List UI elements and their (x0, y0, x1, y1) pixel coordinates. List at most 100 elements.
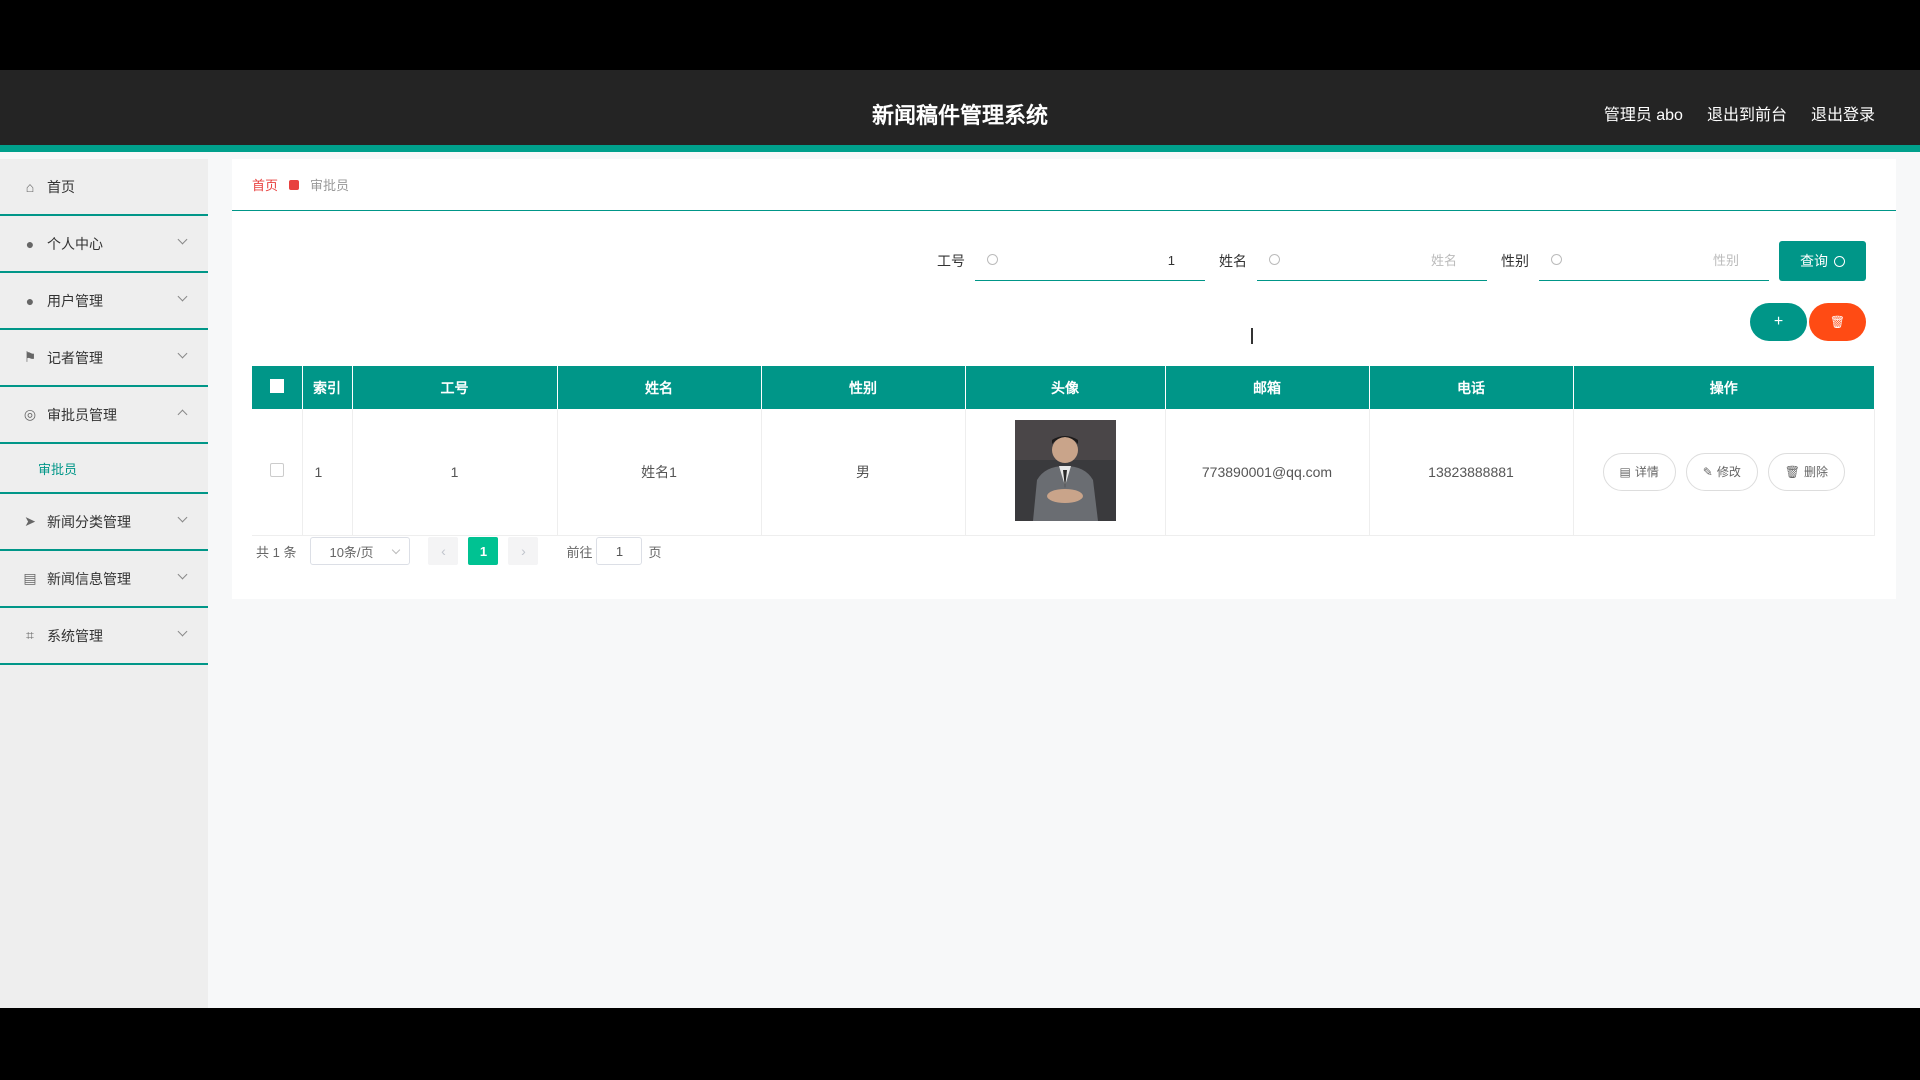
app-screen: 新闻稿件管理系统 管理员 abo 退出到前台 退出登录 ⌂ 首页 ● 个人中心 … (0, 70, 1920, 1008)
avatar (1014, 419, 1116, 521)
chevron-right-icon: › (521, 543, 526, 559)
breadcrumb-current: 审批员 (310, 178, 350, 193)
page-unit-label: 页 (648, 544, 662, 560)
gonghao-label: 工号 (937, 253, 965, 269)
sidebar-item-label: 个人中心 (47, 235, 103, 252)
sidebar-item-system-management[interactable]: ⌗ 系统管理 (0, 608, 208, 665)
col-gonghao: 工号 (352, 366, 558, 409)
sidebar-item-label: 首页 (47, 178, 75, 195)
edit-button[interactable]: ✎ 修改 (1685, 452, 1758, 491)
delete-button[interactable]: 🗑 删除 (1767, 452, 1845, 491)
document-icon: ▤ (1619, 464, 1631, 479)
logout-link[interactable]: 退出登录 (1811, 101, 1875, 125)
gender-label: 性别 (1501, 253, 1529, 269)
table-header-row: 索引 工号 姓名 性别 头像 邮箱 电话 操作 (252, 366, 1875, 409)
cell-index: 1 (302, 409, 353, 536)
cell-phone: 13823888881 (1369, 409, 1574, 536)
batch-delete-button[interactable]: 🗑 (1809, 303, 1866, 341)
approver-table: 索引 工号 姓名 性别 头像 邮箱 电话 操作 1 1 姓名1 男 773890… (252, 366, 1875, 536)
sidebar-item-reporter-management[interactable]: ⚑ 记者管理 (0, 330, 208, 387)
goto-label: 前往 (566, 544, 593, 560)
breadcrumb-home[interactable]: 首页 (252, 175, 278, 194)
cell-gender: 男 (761, 409, 966, 536)
col-index: 索引 (302, 366, 353, 409)
gonghao-input[interactable] (975, 241, 1205, 280)
exit-to-frontend-link[interactable]: 退出到前台 (1707, 101, 1787, 125)
pagination: 共 1 条 10条/页 ‹ 1 › 前往 页 (256, 537, 662, 565)
add-button[interactable]: + (1750, 303, 1807, 341)
chart-icon: ▤ (23, 570, 37, 586)
home-icon: ⌂ (25, 178, 35, 195)
col-name: 姓名 (557, 366, 762, 409)
gender-field (1539, 241, 1769, 281)
search-icon (1834, 255, 1845, 267)
total-count: 共 1 条 (256, 544, 297, 560)
avatar-photo (1014, 419, 1116, 521)
name-input[interactable] (1257, 241, 1487, 280)
detail-button-label: 详情 (1634, 465, 1659, 480)
search-bar: 工号 姓名 性别 查询 (923, 241, 1866, 281)
chevron-up-icon (177, 409, 188, 420)
chevron-down-icon (177, 291, 188, 302)
sidebar-item-home[interactable]: ⌂ 首页 (0, 159, 208, 216)
chevron-down-icon (177, 626, 188, 637)
sidebar-item-news-info[interactable]: ▤ 新闻信息管理 (0, 551, 208, 608)
user-icon: ● (25, 292, 35, 309)
name-label: 姓名 (1219, 253, 1247, 269)
delete-button-label: 删除 (1803, 465, 1828, 480)
sidebar-item-label: 系统管理 (47, 627, 103, 644)
page-number-current[interactable]: 1 (468, 537, 499, 565)
sidebar-item-label: 新闻分类管理 (47, 513, 131, 530)
chevron-down-icon (177, 569, 188, 580)
select-all-cell[interactable] (252, 366, 303, 409)
cell-avatar (965, 409, 1166, 536)
sidebar-item-user-management[interactable]: ● 用户管理 (0, 273, 208, 330)
sidebar-item-news-category[interactable]: ➤ 新闻分类管理 (0, 494, 208, 551)
detail-button[interactable]: ▤ 详情 (1602, 452, 1676, 491)
query-button-label: 查询 (1800, 253, 1828, 269)
gonghao-field (975, 241, 1205, 281)
edit-button-label: 修改 (1716, 465, 1741, 480)
prev-page-button[interactable]: ‹ (428, 537, 459, 565)
chevron-down-icon (177, 348, 188, 359)
table-row: 1 1 姓名1 男 773890001@qq.com 13823888881 ▤… (252, 409, 1875, 536)
main-panel: 首页 审批员 工号 姓名 性别 查询 (232, 159, 1896, 599)
gender-input[interactable] (1539, 241, 1769, 280)
trash-icon: 🗑 (1784, 464, 1800, 479)
search-icon (987, 254, 998, 265)
chevron-down-icon (177, 512, 188, 523)
sidebar-item-approver-management[interactable]: ◎ 审批员管理 (0, 387, 208, 444)
col-gender: 性别 (761, 366, 966, 409)
next-page-button[interactable]: › (508, 537, 539, 565)
cell-name: 姓名1 (557, 409, 762, 536)
col-operations: 操作 (1573, 366, 1875, 409)
admin-user-link[interactable]: 管理员 abo (1604, 101, 1683, 125)
col-avatar: 头像 (965, 366, 1166, 409)
query-button[interactable]: 查询 (1779, 241, 1866, 281)
breadcrumb-separator-icon (289, 179, 300, 190)
sidebar-subitem-approver[interactable]: 审批员 (0, 444, 208, 494)
goto-page-input[interactable] (596, 537, 643, 565)
col-email: 邮箱 (1165, 366, 1370, 409)
cell-email: 773890001@qq.com (1165, 409, 1370, 536)
sidebar-item-personal-center[interactable]: ● 个人中心 (0, 216, 208, 273)
sidebar: ⌂ 首页 ● 个人中心 ● 用户管理 ⚑ 记者管理 ◎ 审批员管理 审批员 ➤ … (0, 159, 208, 1008)
page-size-select[interactable]: 10条/页 (310, 537, 411, 565)
sidebar-item-label: 审批员管理 (47, 406, 117, 423)
col-phone: 电话 (1369, 366, 1574, 409)
page-size-value: 10条/页 (329, 544, 374, 560)
sidebar-item-label: 新闻信息管理 (47, 570, 131, 587)
top-bar: 新闻稿件管理系统 管理员 abo 退出到前台 退出登录 (0, 70, 1920, 152)
select-all-checkbox[interactable] (269, 379, 284, 393)
sidebar-item-label: 记者管理 (47, 349, 103, 366)
breadcrumb: 首页 审批员 (232, 159, 1896, 211)
action-buttons: + 🗑 (1750, 303, 1866, 341)
cell-operations: ▤ 详情 ✎ 修改 🗑 删除 (1573, 409, 1875, 536)
name-field (1257, 241, 1487, 281)
row-checkbox[interactable] (269, 463, 284, 478)
user-icon: ● (25, 235, 35, 252)
row-select-cell[interactable] (252, 409, 303, 536)
flag-icon: ⚑ (23, 349, 37, 365)
cell-gonghao: 1 (352, 409, 558, 536)
search-icon (1551, 254, 1562, 265)
